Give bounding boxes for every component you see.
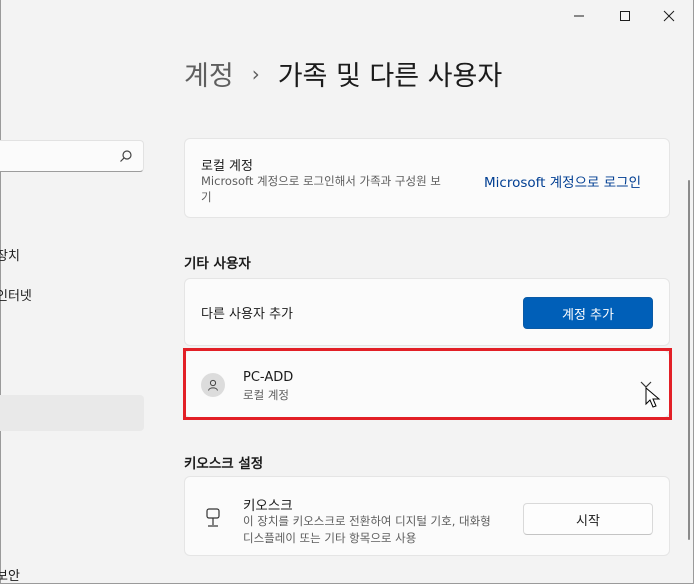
kiosk-settings-heading: 키오스크 설정 [184, 456, 264, 472]
minimize-button[interactable] [556, 0, 602, 32]
close-icon [663, 10, 675, 22]
add-user-card: 다른 사용자 추가 계정 추가 [184, 278, 670, 346]
avatar [201, 373, 225, 397]
maximize-button[interactable] [602, 0, 648, 32]
sidebar-item-devices[interactable]: 장치 [0, 236, 144, 272]
breadcrumb-separator: › [251, 61, 260, 86]
close-button[interactable] [646, 0, 692, 32]
add-account-button[interactable]: 계정 추가 [523, 297, 653, 329]
local-account-title: 로컬 계정 [201, 159, 253, 174]
maximize-icon [620, 11, 630, 21]
scrollbar[interactable] [688, 180, 690, 540]
user-row-pc-add[interactable]: PC-ADD 로컬 계정 [184, 350, 670, 418]
local-account-description: Microsoft 계정으로 로그인해서 가족과 구성원 보기 [201, 174, 441, 204]
kiosk-icon [206, 508, 220, 527]
user-account-type: 로컬 계정 [243, 388, 289, 402]
sidebar-item-label: 보안 [0, 568, 20, 584]
minimize-icon [574, 15, 584, 17]
sidebar-item-label: 인터넷 [0, 288, 32, 304]
settings-search-box[interactable] [0, 140, 144, 172]
user-name: PC-ADD [243, 370, 294, 385]
sidebar-item-accounts[interactable] [0, 395, 144, 431]
breadcrumb: 계정 › 가족 및 다른 사용자 [184, 54, 502, 93]
search-input[interactable] [0, 141, 107, 171]
kiosk-title: 키오스크 [243, 498, 293, 514]
sidebar-item-network[interactable]: 인터넷 [0, 276, 144, 312]
sidebar-item-security[interactable]: 보안 [0, 556, 144, 584]
person-icon [208, 379, 218, 391]
microsoft-signin-link[interactable]: Microsoft 계정으로 로그인 [484, 171, 641, 191]
kiosk-start-button[interactable]: 시작 [523, 503, 653, 535]
local-account-card: 로컬 계정 Microsoft 계정으로 로그인해서 가족과 구성원 보기 Mi… [184, 138, 670, 218]
other-users-heading: 기타 사용자 [184, 256, 251, 272]
sidebar-item-label: 장치 [0, 248, 20, 264]
mouse-cursor-icon [645, 387, 661, 408]
page-title: 가족 및 다른 사용자 [277, 61, 503, 92]
breadcrumb-parent[interactable]: 계정 [184, 54, 234, 93]
search-icon[interactable] [119, 149, 133, 163]
add-user-label: 다른 사용자 추가 [201, 307, 293, 322]
kiosk-card: 키오스크 이 장치를 키오스크로 전환하여 디지털 기호, 대화형 디스플레이 … [184, 476, 670, 556]
kiosk-description: 이 장치를 키오스크로 전환하여 디지털 기호, 대화형 디스플레이 또는 기타… [243, 514, 491, 545]
